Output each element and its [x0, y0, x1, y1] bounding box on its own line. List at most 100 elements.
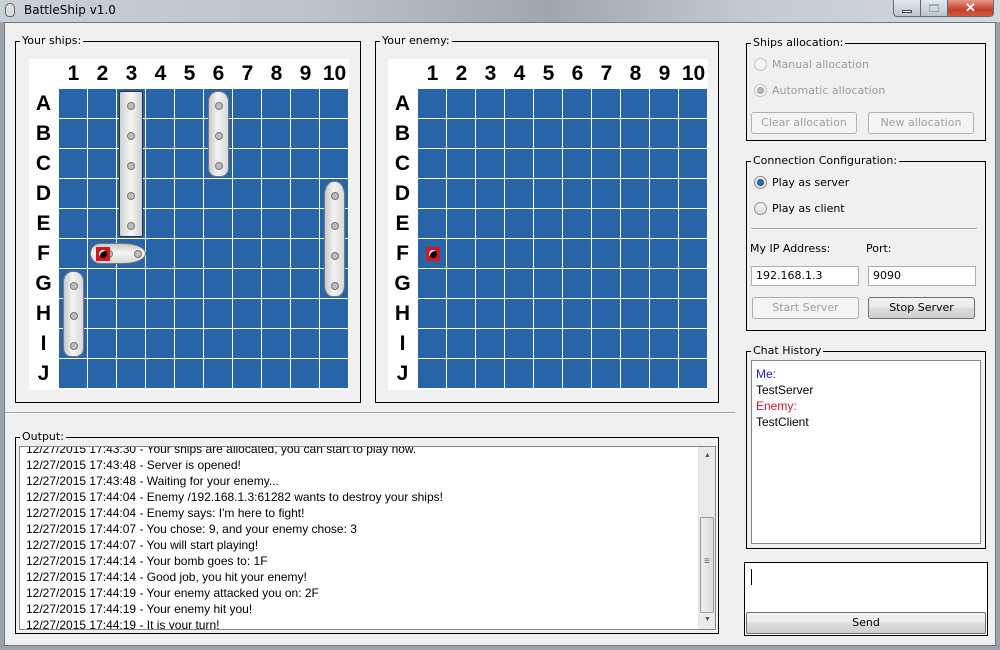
board-cell-4G[interactable]: [505, 269, 534, 299]
board-cell-2J[interactable]: [447, 359, 476, 389]
board-cell-10C[interactable]: [679, 149, 708, 179]
board-cell-6E[interactable]: [563, 209, 592, 239]
board-cell-7J[interactable]: [592, 359, 621, 389]
board-cell-9C[interactable]: [650, 149, 679, 179]
title-bar[interactable]: BattleShip v1.0 ✕: [0, 0, 1000, 22]
board-cell-5I[interactable]: [534, 329, 563, 359]
board-cell-7G[interactable]: [592, 269, 621, 299]
automatic-allocation-radio-button[interactable]: [754, 84, 767, 97]
board-cell-9H[interactable]: [650, 299, 679, 329]
board-cell-9D[interactable]: [650, 179, 679, 209]
board-cell-6G[interactable]: [563, 269, 592, 299]
chat-input[interactable]: [745, 563, 987, 611]
play-as-client-radio[interactable]: Play as client: [754, 202, 845, 215]
board-cell-10F[interactable]: [679, 239, 708, 269]
board-cell-10E[interactable]: [679, 209, 708, 239]
board-cell-4I[interactable]: [505, 329, 534, 359]
board-cell-7B[interactable]: [592, 119, 621, 149]
board-cell-8B[interactable]: [621, 119, 650, 149]
board-cell-8D[interactable]: [621, 179, 650, 209]
manual-allocation-radio[interactable]: Manual allocation: [754, 58, 869, 71]
board-cell-4J[interactable]: [505, 359, 534, 389]
board-cell-4D[interactable]: [505, 179, 534, 209]
board-cell-3D[interactable]: [476, 179, 505, 209]
board-cell-7D[interactable]: [592, 179, 621, 209]
board-cell-9F[interactable]: [650, 239, 679, 269]
board-cell-2D[interactable]: [447, 179, 476, 209]
output-log[interactable]: 12/27/2015 17:43:30 - Your ships are all…: [19, 446, 716, 630]
board-cell-1I[interactable]: [418, 329, 447, 359]
board-cell-5A[interactable]: [534, 89, 563, 119]
board-cell-10A[interactable]: [679, 89, 708, 119]
board-cell-1J[interactable]: [418, 359, 447, 389]
board-cell-4B[interactable]: [505, 119, 534, 149]
port-field[interactable]: 9090: [868, 266, 976, 286]
minimize-button[interactable]: [893, 0, 921, 17]
board-cell-1H[interactable]: [418, 299, 447, 329]
board-cell-4C[interactable]: [505, 149, 534, 179]
board-cell-7A[interactable]: [592, 89, 621, 119]
board-cell-8G[interactable]: [621, 269, 650, 299]
play-as-server-radio-button[interactable]: [754, 176, 767, 189]
board-cell-8J[interactable]: [621, 359, 650, 389]
board-cell-5J[interactable]: [534, 359, 563, 389]
board-cell-7H[interactable]: [592, 299, 621, 329]
board-cell-2B[interactable]: [447, 119, 476, 149]
board-cell-2A[interactable]: [447, 89, 476, 119]
board-cell-7I[interactable]: [592, 329, 621, 359]
new-allocation-button[interactable]: New allocation: [868, 112, 974, 134]
board-cell-8E[interactable]: [621, 209, 650, 239]
start-server-button[interactable]: Start Server: [752, 297, 859, 319]
board-cell-3A[interactable]: [476, 89, 505, 119]
board-cell-3B[interactable]: [476, 119, 505, 149]
board-cell-1B[interactable]: [418, 119, 447, 149]
board-cell-5B[interactable]: [534, 119, 563, 149]
board-cell-3J[interactable]: [476, 359, 505, 389]
board-cell-7C[interactable]: [592, 149, 621, 179]
board-cell-6C[interactable]: [563, 149, 592, 179]
board-cell-2F[interactable]: [447, 239, 476, 269]
maximize-button[interactable]: [921, 0, 948, 17]
board-cell-8H[interactable]: [621, 299, 650, 329]
clear-allocation-button[interactable]: Clear allocation: [751, 112, 857, 134]
board-cell-9B[interactable]: [650, 119, 679, 149]
board-cell-10H[interactable]: [679, 299, 708, 329]
board-cell-10D[interactable]: [679, 179, 708, 209]
board-cell-9A[interactable]: [650, 89, 679, 119]
automatic-allocation-radio[interactable]: Automatic allocation: [754, 84, 885, 97]
board-cell-2H[interactable]: [447, 299, 476, 329]
board-cell-1D[interactable]: [418, 179, 447, 209]
scroll-up-icon[interactable]: ▲: [699, 448, 715, 464]
chat-history-box[interactable]: Me: TestServer Enemy: TestClient: [751, 360, 981, 544]
ip-address-field[interactable]: 192.168.1.3: [751, 266, 859, 286]
board-cell-8F[interactable]: [621, 239, 650, 269]
board-cell-2E[interactable]: [447, 209, 476, 239]
board-cell-3C[interactable]: [476, 149, 505, 179]
board-cell-1C[interactable]: [418, 149, 447, 179]
board-cell-6I[interactable]: [563, 329, 592, 359]
board-cell-6F[interactable]: [563, 239, 592, 269]
board-cell-9G[interactable]: [650, 269, 679, 299]
board-cell-4F[interactable]: [505, 239, 534, 269]
board-cell-2G[interactable]: [447, 269, 476, 299]
close-button[interactable]: ✕: [948, 0, 994, 17]
board-cell-3F[interactable]: [476, 239, 505, 269]
board-cell-7F[interactable]: [592, 239, 621, 269]
board-cell-10I[interactable]: [679, 329, 708, 359]
board-cell-6J[interactable]: [563, 359, 592, 389]
board-cell-2I[interactable]: [447, 329, 476, 359]
board-cell-1G[interactable]: [418, 269, 447, 299]
board-cell-6H[interactable]: [563, 299, 592, 329]
board-cell-8C[interactable]: [621, 149, 650, 179]
output-scrollbar[interactable]: ▲ ▼: [698, 447, 715, 629]
board-cell-6D[interactable]: [563, 179, 592, 209]
board-cell-1E[interactable]: [418, 209, 447, 239]
scroll-thumb[interactable]: [700, 517, 714, 613]
board-cell-5C[interactable]: [534, 149, 563, 179]
board-cell-10G[interactable]: [679, 269, 708, 299]
board-cell-3E[interactable]: [476, 209, 505, 239]
board-cell-7E[interactable]: [592, 209, 621, 239]
board-cell-10J[interactable]: [679, 359, 708, 389]
board-cell-6B[interactable]: [563, 119, 592, 149]
board-cell-3I[interactable]: [476, 329, 505, 359]
